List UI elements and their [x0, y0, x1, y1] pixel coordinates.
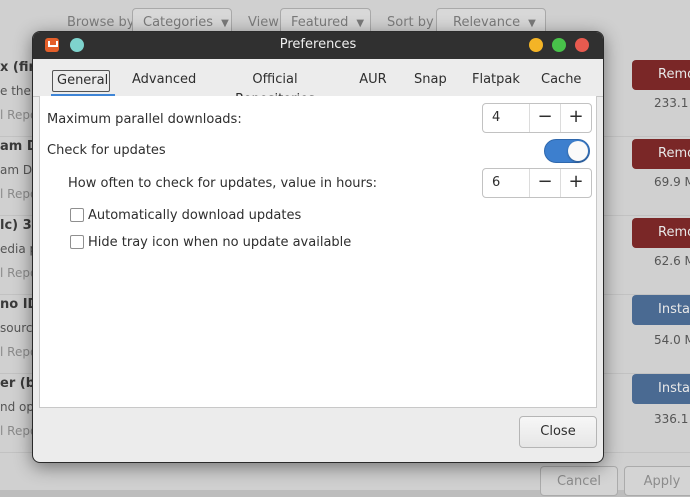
check-for-updates-label: Check for updates: [47, 143, 166, 158]
package-size: 69.9 M: [654, 175, 690, 189]
max-parallel-downloads-value[interactable]: 4: [492, 104, 500, 132]
tab-snap[interactable]: Snap: [414, 70, 447, 92]
tab-official-repositories[interactable]: Official Repositories: [218, 70, 332, 107]
toggle-knob: [568, 141, 588, 161]
chevron-down-icon: ▼: [356, 18, 365, 29]
pin-icon[interactable]: [70, 38, 84, 52]
chevron-down-icon: ▼: [221, 18, 229, 29]
browse-by-value: Categories: [143, 15, 214, 30]
maximize-button[interactable]: [552, 38, 566, 52]
increment-button[interactable]: +: [560, 104, 591, 132]
chevron-down-icon: ▼: [528, 18, 536, 29]
minimize-button[interactable]: [529, 38, 543, 52]
tab-aur[interactable]: AUR: [358, 70, 388, 92]
auto-download-label[interactable]: Automatically download updates: [88, 208, 301, 223]
package-description: e the: [0, 84, 31, 98]
package-size: 233.1: [654, 96, 689, 110]
tab-general[interactable]: General: [52, 70, 110, 92]
tab-flatpak[interactable]: Flatpak: [472, 70, 520, 92]
install-button[interactable]: Insta: [632, 374, 690, 404]
tab-advanced[interactable]: Advanced: [132, 70, 196, 92]
update-interval-spinner[interactable]: 6 − +: [482, 168, 592, 198]
update-interval-value[interactable]: 6: [492, 169, 500, 197]
close-window-button[interactable]: [575, 38, 589, 52]
apply-button[interactable]: Apply: [624, 466, 690, 496]
update-interval-label: How often to check for updates, value in…: [68, 176, 378, 191]
check-for-updates-toggle[interactable]: [544, 139, 590, 163]
browse-by-label: Browse by: [67, 15, 135, 30]
package-description: nd op: [0, 400, 34, 414]
decrement-button[interactable]: −: [529, 104, 560, 132]
dialog-title: Preferences: [279, 37, 357, 52]
dialog-titlebar[interactable]: Preferences: [33, 32, 603, 59]
cancel-button[interactable]: Cancel: [540, 466, 618, 496]
close-button[interactable]: Close: [519, 416, 597, 448]
tab-cache[interactable]: Cache: [541, 70, 581, 92]
package-size: 336.1: [654, 412, 689, 426]
remove-button[interactable]: Remo: [632, 218, 690, 248]
general-settings-panel: Maximum parallel downloads: 4 − + Check …: [39, 96, 597, 408]
increment-button[interactable]: +: [560, 169, 591, 197]
package-size: 54.0 M: [654, 333, 690, 347]
hide-tray-icon-label[interactable]: Hide tray icon when no update available: [88, 235, 351, 250]
max-parallel-downloads-label: Maximum parallel downloads:: [47, 112, 242, 127]
decrement-button[interactable]: −: [529, 169, 560, 197]
preferences-dialog: Preferences General Advanced Official Re…: [32, 31, 604, 463]
view-label: View: [248, 15, 279, 30]
app-icon: [45, 38, 59, 52]
hide-tray-icon-checkbox[interactable]: [70, 235, 84, 249]
package-size: 62.6 M: [654, 254, 690, 268]
sort-by-label: Sort by: [387, 15, 434, 30]
remove-button[interactable]: Remo: [632, 60, 690, 90]
sort-by-value: Relevance: [453, 15, 521, 30]
remove-button[interactable]: Remo: [632, 139, 690, 169]
install-button[interactable]: Insta: [632, 295, 690, 325]
preferences-tabs: General Advanced Official Repositories A…: [33, 59, 603, 107]
max-parallel-downloads-spinner[interactable]: 4 − +: [482, 103, 592, 133]
auto-download-checkbox[interactable]: [70, 208, 84, 222]
view-value: Featured: [291, 15, 349, 30]
